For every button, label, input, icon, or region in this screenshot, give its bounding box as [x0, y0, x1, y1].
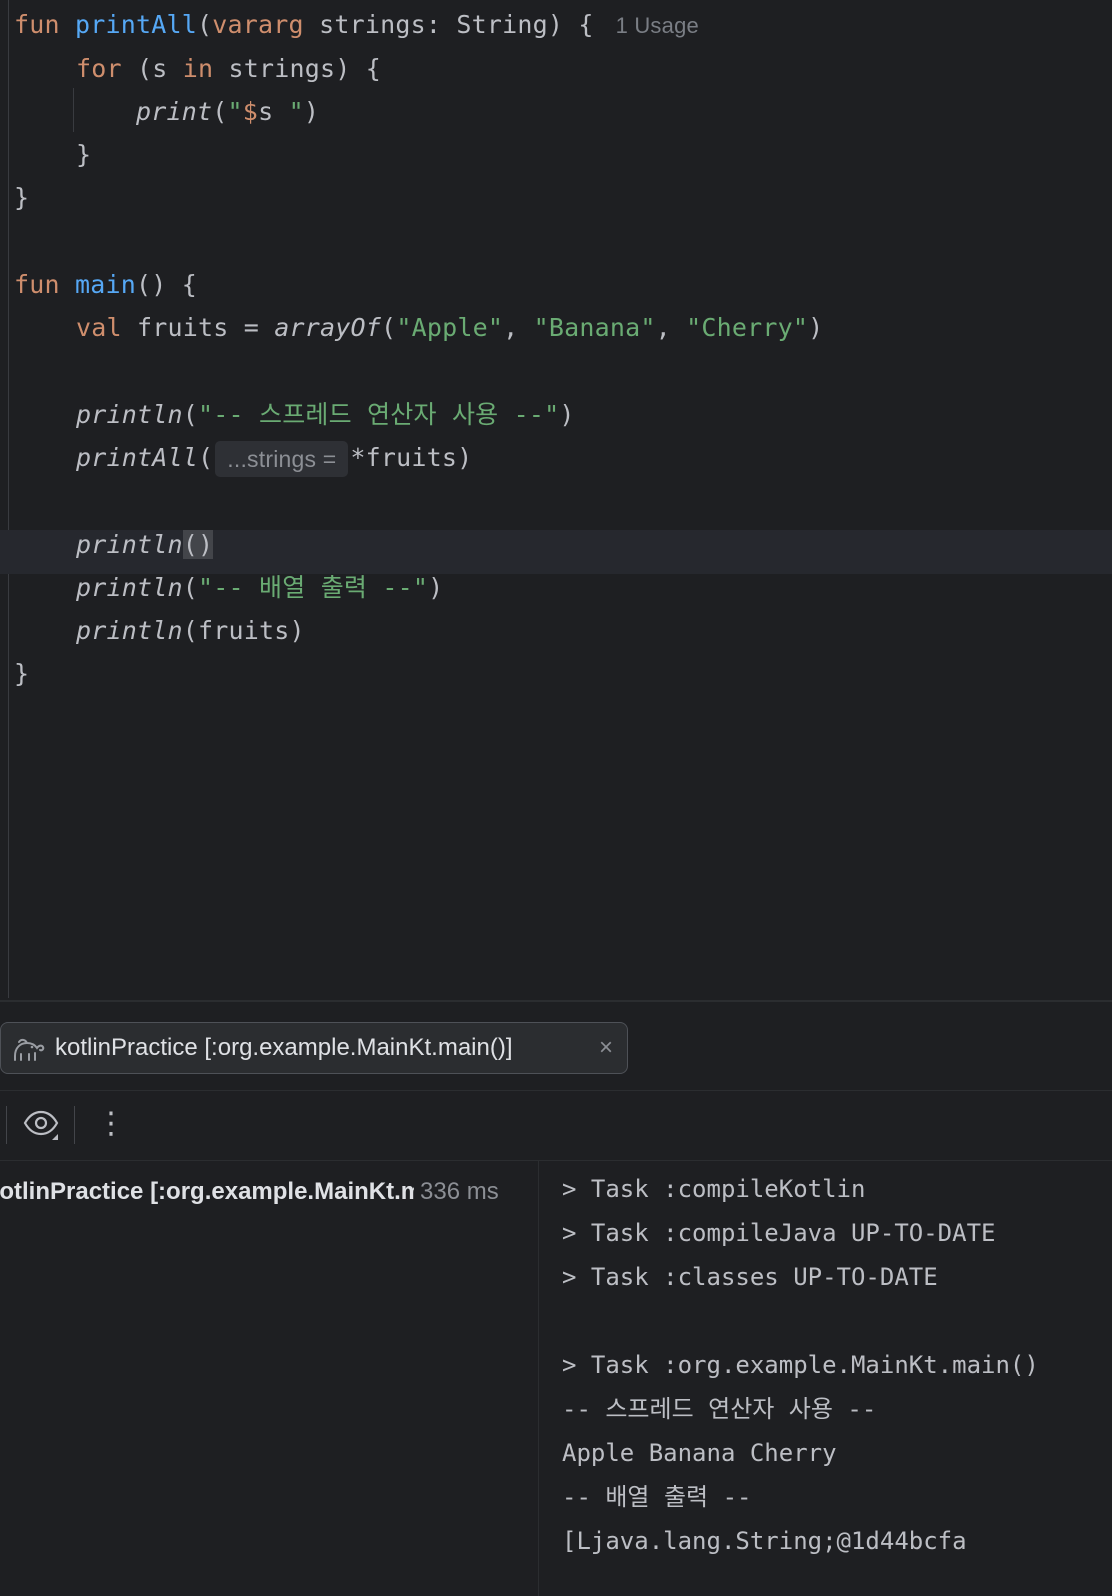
- function-call: println: [76, 616, 183, 645]
- code-line-7[interactable]: fun main() {: [14, 263, 197, 307]
- gradle-elephant-icon: [14, 1038, 45, 1061]
- keyword: fun: [14, 270, 76, 299]
- string-literal: "-- 배열 출력 --": [198, 573, 429, 602]
- code-line-1[interactable]: fun printAll(vararg strings: String) { 1 …: [14, 3, 699, 47]
- console-line: Apple Banana Cherry: [562, 1439, 837, 1467]
- string-literal: "Apple": [396, 313, 504, 342]
- string-literal: "Cherry": [686, 313, 809, 342]
- more-options-icon[interactable]: ⋮: [96, 1104, 126, 1144]
- indent-guide: [73, 88, 74, 132]
- code-line-14[interactable]: println("-- 배열 출력 --"): [76, 566, 443, 610]
- code-line-16[interactable]: }: [14, 652, 29, 696]
- comma: ,: [503, 313, 534, 342]
- function-call: print: [136, 97, 213, 126]
- code-line-10[interactable]: println("-- 스프레드 연산자 사용 --"): [76, 393, 575, 437]
- matched-paren: (): [182, 530, 214, 559]
- code-text: strings) {: [213, 54, 382, 83]
- run-tree-item-name: kotlinPractice [:org.example.MainKt.main…: [0, 1178, 414, 1205]
- code-text: fruits =: [121, 313, 275, 342]
- keyword: val: [76, 313, 122, 342]
- comma: ,: [655, 313, 687, 342]
- code-line-8[interactable]: val fruits = arrayOf("Apple", "Banana", …: [76, 306, 823, 350]
- console-output[interactable]: > Task :compileKotlin > Task :compileJav…: [562, 1167, 1102, 1563]
- code-text: (fruits): [182, 616, 305, 645]
- run-tool-window-header: kotlinPractice [:org.example.MainKt.main…: [0, 1002, 1112, 1091]
- string-literal: "Banana": [533, 313, 656, 342]
- paren: (: [381, 313, 397, 342]
- paren: (: [182, 400, 199, 429]
- console-line: > Task :compileKotlin: [562, 1175, 866, 1203]
- code-line-15[interactable]: println(fruits): [76, 609, 305, 653]
- code-text: (s: [121, 54, 183, 83]
- toolbar-separator: [6, 1106, 7, 1144]
- paren: (: [212, 97, 228, 126]
- paren: ): [303, 97, 320, 126]
- paren: ): [428, 573, 444, 602]
- keyword: fun: [14, 10, 76, 39]
- console-line: > Task :compileJava UP-TO-DATE: [562, 1219, 996, 1247]
- usage-hint[interactable]: 1 Usage: [616, 13, 699, 38]
- function-name: printAll: [75, 10, 198, 39]
- run-tree-item[interactable]: kotlinPractice [:org.example.MainKt.main…: [0, 1173, 538, 1211]
- console-line: -- 배열 출력 --: [562, 1483, 752, 1511]
- paren: ): [808, 313, 824, 342]
- code-text: *fruits): [350, 443, 473, 472]
- console-line: > Task :org.example.MainKt.main(): [562, 1351, 1039, 1379]
- string-literal: ": [227, 97, 243, 126]
- keyword: in: [182, 54, 214, 83]
- paren: (: [182, 573, 199, 602]
- toolbar-separator: [74, 1106, 75, 1144]
- template-var: s: [258, 97, 274, 126]
- console-line: > Task :classes UP-TO-DATE: [562, 1263, 938, 1291]
- close-icon[interactable]: ×: [599, 1034, 613, 1062]
- code-line-5[interactable]: }: [14, 176, 29, 220]
- paren: (: [197, 10, 213, 39]
- run-duration: 336 ms: [420, 1178, 499, 1205]
- console-line: -- 스프레드 연산자 사용 --: [562, 1395, 877, 1423]
- string-literal: "-- 스프레드 연산자 사용 --": [198, 400, 560, 429]
- run-toolbar: ⋮: [0, 1090, 1112, 1161]
- function-call: arrayOf: [274, 313, 382, 342]
- function-call: println: [76, 573, 183, 602]
- code-line-11[interactable]: printAll(...strings = *fruits): [76, 436, 472, 480]
- code-text: strings: String) {: [303, 10, 594, 39]
- parameter-name-hint: ...strings =: [215, 441, 349, 477]
- function-name: main: [75, 270, 137, 299]
- function-call: println: [76, 400, 183, 429]
- console-line: [Ljava.lang.String;@1d44bcfa: [562, 1527, 967, 1555]
- run-tree-pane: kotlinPractice [:org.example.MainKt.main…: [0, 1161, 538, 1596]
- code-text: () {: [136, 270, 198, 299]
- keyword: for: [76, 54, 122, 83]
- code-editor[interactable]: fun printAll(vararg strings: String) {1 …: [0, 0, 1112, 1000]
- paren: (: [198, 443, 214, 472]
- string-literal: ": [273, 97, 304, 126]
- code-line-2[interactable]: for (s in strings) {: [76, 47, 381, 91]
- pane-splitter[interactable]: [538, 1161, 539, 1596]
- function-call: printAll: [76, 443, 199, 472]
- eye-icon[interactable]: [22, 1108, 60, 1142]
- code-line-4[interactable]: }: [76, 133, 91, 177]
- template-dollar: $: [242, 97, 259, 126]
- run-config-tab[interactable]: kotlinPractice [:org.example.MainKt.main…: [0, 1022, 628, 1074]
- function-call: println: [76, 530, 183, 559]
- paren: ): [559, 400, 575, 429]
- code-line-13[interactable]: println(): [76, 523, 214, 567]
- run-tab-label: kotlinPractice [:org.example.MainKt.main…: [55, 1034, 513, 1061]
- code-line-3[interactable]: print("$s "): [136, 90, 319, 134]
- gutter-border: [8, 0, 9, 998]
- keyword: vararg: [212, 10, 304, 39]
